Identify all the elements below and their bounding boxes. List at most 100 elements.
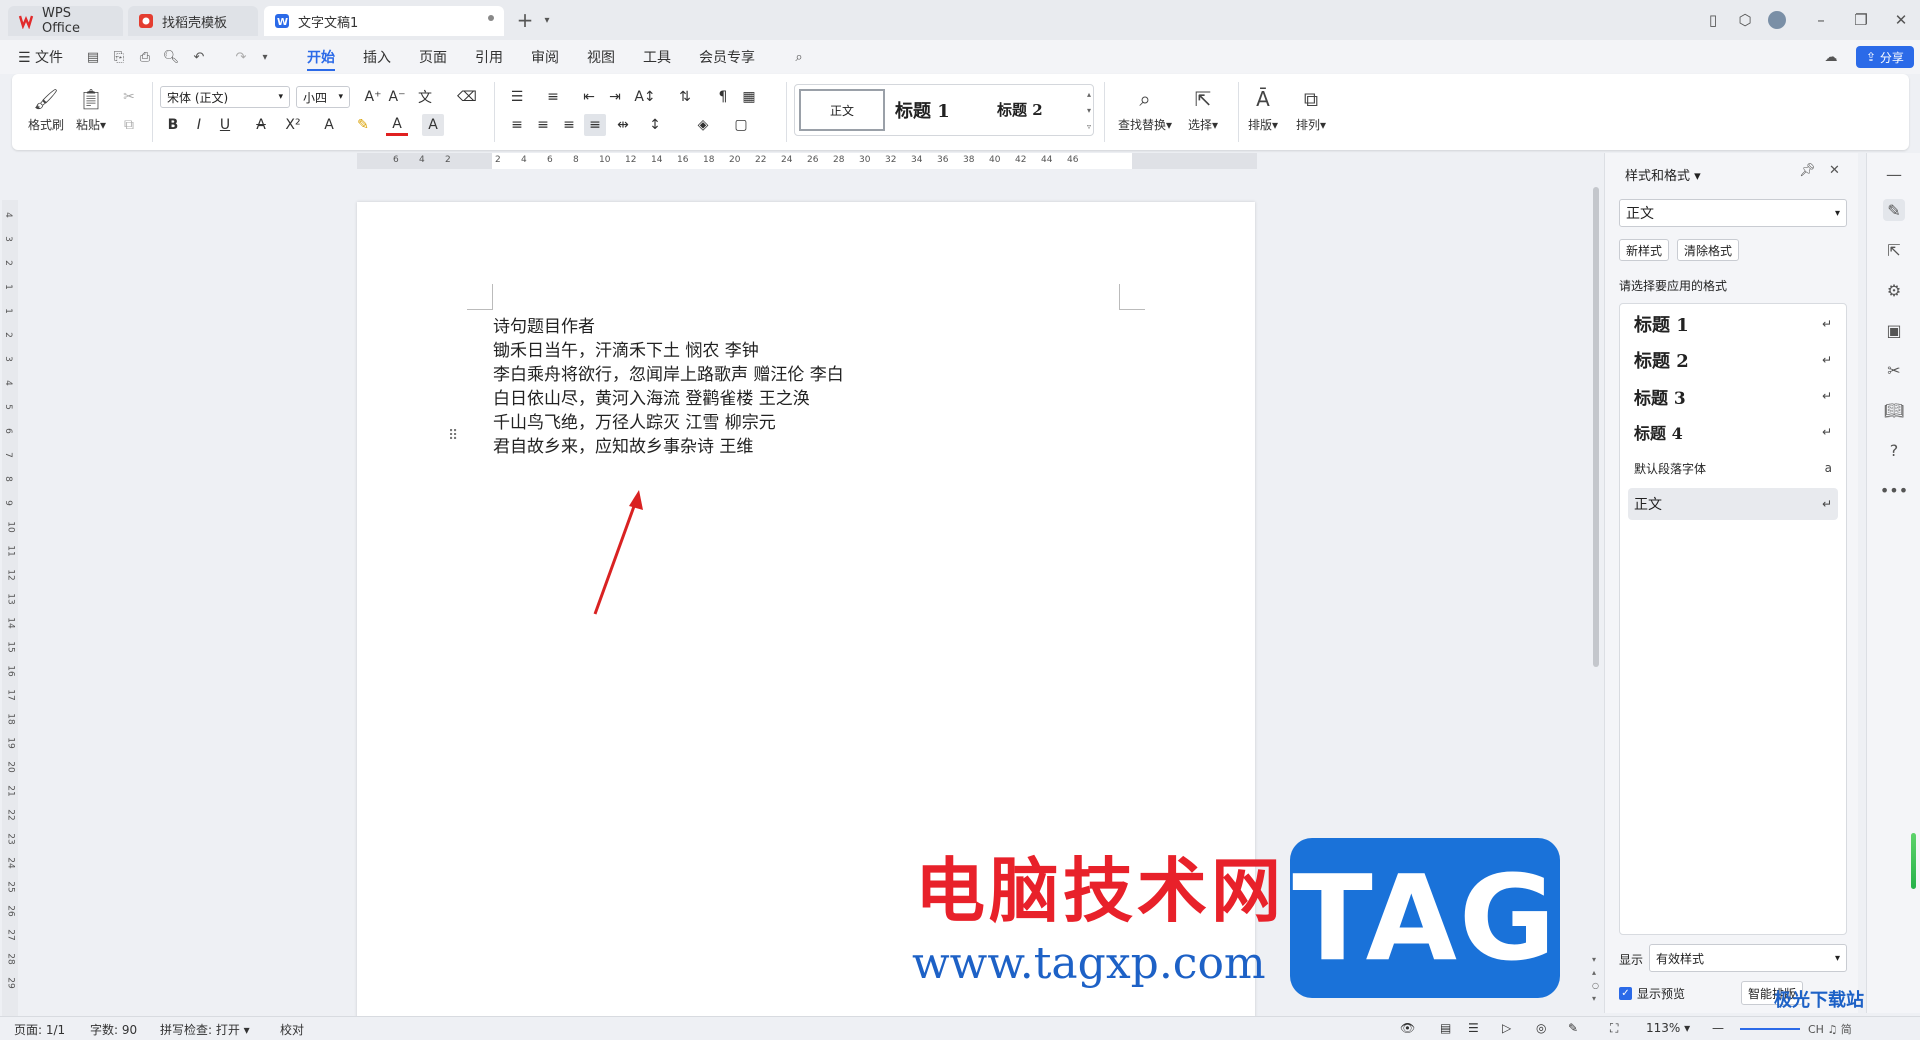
unsaved-dot-icon[interactable] — [488, 15, 494, 21]
font-size-select[interactable]: 小四 ▾ — [296, 86, 350, 108]
tab-wps-office[interactable]: WPS Office — [8, 6, 123, 36]
scrollbar-thumb[interactable] — [1593, 187, 1599, 667]
menu-home[interactable]: 开始 — [307, 47, 335, 71]
strikethrough-icon[interactable]: A — [250, 114, 272, 136]
style-item[interactable]: 标题 3 ↵ — [1628, 380, 1838, 412]
zoom-level[interactable]: 113% ▾ — [1646, 1021, 1690, 1035]
spell-check-toggle[interactable]: 拼写检查: 打开 ▾ — [160, 1021, 250, 1038]
bold-button[interactable]: B — [162, 114, 184, 136]
quick-access-dropdown-icon[interactable]: ▾ — [256, 48, 274, 66]
redo-icon[interactable]: ↷ — [232, 48, 250, 66]
line-spacing-icon[interactable]: ↕ — [644, 114, 666, 136]
clear-format-button[interactable]: 清除格式 — [1677, 239, 1740, 261]
word-count[interactable]: 字数: 90 — [90, 1021, 137, 1038]
more-icon[interactable]: ••• — [1880, 479, 1908, 501]
document-paragraph[interactable]: 君自故乡来，应知故乡事杂诗 王维 — [493, 432, 753, 457]
document-paragraph[interactable]: 千山鸟飞绝，万径人踪灭 江雪 柳宗元 — [493, 408, 776, 433]
underline-button[interactable]: U — [214, 114, 236, 136]
cut-icon[interactable]: ✂ — [118, 86, 140, 108]
style-item[interactable]: 正文 ↵ — [1628, 488, 1838, 520]
menu-review[interactable]: 审阅 — [531, 47, 559, 67]
select-button[interactable]: ⇱ 选择▾ — [1188, 86, 1218, 133]
distribute-icon[interactable]: ⇹ — [612, 114, 634, 136]
align-center-icon[interactable]: ≡ — [532, 114, 554, 136]
play-icon[interactable]: ▷ — [1502, 1021, 1511, 1035]
share-button[interactable]: ⇪ 分享 — [1856, 46, 1914, 68]
arrange-button[interactable]: ⧉ 排列▾ — [1296, 86, 1326, 133]
document-paragraph[interactable]: 白日依山尽，黄河入海流 登鹳雀楼 王之涣 — [493, 384, 810, 409]
fit-page-icon[interactable]: ⛶ — [1610, 1021, 1618, 1036]
menu-references[interactable]: 引用 — [475, 47, 503, 67]
gallery-scroll-icon[interactable]: ▴ ▾ ▿ — [1087, 87, 1091, 135]
select-cursor-icon[interactable]: ⇱ — [1883, 239, 1905, 261]
pin-icon[interactable]: 📌︎ — [1799, 163, 1816, 178]
style-item[interactable]: 标题 1 ↵ — [1628, 308, 1838, 340]
cloud-icon[interactable]: ☁ — [1822, 48, 1840, 66]
menu-tools[interactable]: 工具 — [643, 47, 671, 67]
paste-button[interactable]: 📋︎ 粘贴▾ — [76, 86, 106, 133]
image-icon[interactable]: ▣ — [1883, 319, 1905, 341]
show-preview-checkbox[interactable]: ✓ 显示预览 — [1619, 985, 1685, 1002]
chevron-down-icon[interactable]: ▾ — [534, 8, 560, 32]
web-view-icon[interactable]: ◎ — [1536, 1021, 1546, 1035]
font-name-select[interactable]: 宋体 (正文) ▾ — [160, 86, 290, 108]
gallery-style-heading-1[interactable]: 标题 1 — [895, 97, 950, 123]
numbered-list-icon[interactable]: ≡ — [542, 86, 564, 108]
save-icon[interactable]: ▤ — [84, 48, 102, 66]
export-icon[interactable]: ⎘ — [110, 48, 128, 66]
proofread-button[interactable]: 校对 — [280, 1021, 304, 1038]
avatar[interactable] — [1764, 8, 1790, 32]
justify-icon[interactable]: ≡ — [584, 114, 606, 136]
show-marks-icon[interactable]: ¶ — [712, 86, 734, 108]
ime-indicator[interactable]: CH ♫ 简 — [1808, 1021, 1852, 1037]
horizontal-ruler[interactable]: 6 4 2 2 4 6 8 10 12 14 16 18 20 22 24 26 28 30 32 34 36 38 40 4… — [357, 153, 1257, 169]
undo-icon[interactable]: ↶ — [190, 48, 208, 66]
zoom-slider[interactable] — [1740, 1028, 1800, 1030]
print-preview-icon[interactable]: 🔍︎ — [162, 48, 180, 66]
char-shading-icon[interactable]: A — [422, 114, 444, 136]
find-replace-button[interactable]: ⌕ 查找替换▾ — [1118, 86, 1172, 133]
tab-document-1[interactable]: W 文字文稿1 — [264, 6, 504, 36]
layout-button[interactable]: Ā 排版▾ — [1248, 86, 1278, 133]
gallery-style-body[interactable]: 正文 — [799, 89, 885, 131]
menu-page[interactable]: 页面 — [419, 47, 447, 67]
style-item[interactable]: 默认段落字体 a — [1628, 452, 1838, 484]
clear-format-icon[interactable]: ⌫ — [456, 86, 478, 108]
italic-button[interactable]: I — [188, 114, 210, 136]
layout-icon[interactable]: ▯ — [1700, 8, 1726, 32]
help-icon[interactable]: ? — [1883, 439, 1905, 461]
align-right-icon[interactable]: ≡ — [558, 114, 580, 136]
table-icon[interactable]: ▦ — [738, 86, 760, 108]
format-painter-button[interactable]: 🖌︎ 格式刷 — [28, 86, 64, 133]
vertical-scrollbar[interactable]: ▾ ▴ ○ ▾ — [1590, 153, 1602, 1013]
show-style-select[interactable]: 有效样式 ▾ — [1649, 944, 1847, 972]
adjust-icon[interactable]: ⚙ — [1883, 279, 1905, 301]
page-view-icon[interactable]: ▤ — [1440, 1021, 1451, 1035]
style-item[interactable]: 标题 2 ↵ — [1628, 344, 1838, 376]
highlight-icon[interactable]: ✎ — [352, 114, 374, 136]
copy-icon[interactable]: ⧉ — [118, 114, 140, 136]
pen-icon[interactable]: ✎ — [1568, 1021, 1578, 1035]
style-pen-icon[interactable]: ✎ — [1883, 199, 1905, 221]
menu-view[interactable]: 视图 — [587, 47, 615, 67]
file-menu[interactable]: ☰ 文件 — [18, 47, 63, 67]
search-icon[interactable]: ⌕ — [790, 48, 808, 66]
outline-view-icon[interactable]: ☰ — [1468, 1021, 1479, 1035]
phonetic-icon[interactable]: 文 — [414, 86, 436, 108]
increase-font-icon[interactable]: A⁺ — [362, 86, 384, 108]
border-icon[interactable]: ▢ — [730, 114, 752, 136]
text-direction-icon[interactable]: A↕ — [634, 86, 656, 108]
font-color-icon[interactable]: A — [386, 114, 408, 136]
drag-handle-icon[interactable]: ⠿ — [448, 428, 458, 444]
tab-daoke-templates[interactable]: 找稻壳模板 — [128, 6, 258, 36]
page-indicator[interactable]: 页面: 1/1 — [14, 1021, 65, 1038]
print-icon[interactable]: ⎙ — [136, 48, 154, 66]
current-style-select[interactable]: 正文 ▾ — [1619, 199, 1847, 227]
scroll-page-buttons[interactable]: ▾ ▴ ○ ▾ — [1592, 953, 1599, 1005]
bullet-list-icon[interactable]: ☰ — [506, 86, 528, 108]
minimize-icon[interactable]: – — [1808, 8, 1834, 32]
menu-insert[interactable]: 插入 — [363, 47, 391, 67]
new-style-button[interactable]: 新样式 — [1619, 239, 1670, 261]
menu-member[interactable]: 会员专享 — [699, 47, 755, 67]
document-paragraph[interactable]: 李白乘舟将欲行，忽闻岸上路歌声 赠汪伦 李白 — [493, 360, 844, 385]
